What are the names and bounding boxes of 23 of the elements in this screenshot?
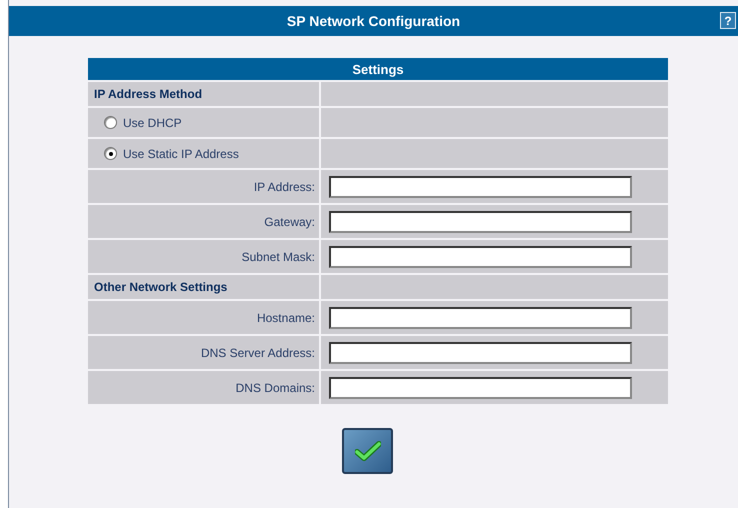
field-label: Gateway: xyxy=(264,214,315,228)
section-heading: IP Address Method xyxy=(94,87,202,101)
field-label: DNS Server Address: xyxy=(200,346,315,360)
radio-label: Use DHCP xyxy=(123,116,182,130)
input-field[interactable] xyxy=(329,176,632,198)
help-button[interactable]: ? xyxy=(720,12,736,29)
radio-label: Use Static IP Address xyxy=(123,146,239,160)
confirm-button[interactable] xyxy=(342,428,393,474)
radio-button[interactable] xyxy=(104,116,117,129)
radio-button[interactable] xyxy=(104,147,117,160)
window-title: SP Network Configuration xyxy=(286,13,460,29)
field-label: Hostname: xyxy=(256,310,315,324)
section-heading: Other Network Settings xyxy=(94,280,228,294)
input-field[interactable] xyxy=(329,376,632,398)
field-label: IP Address: xyxy=(254,180,315,194)
field-label: Subnet Mask: xyxy=(242,250,315,264)
input-field[interactable] xyxy=(329,246,632,268)
field-label: DNS Domains: xyxy=(236,380,315,394)
checkmark-icon xyxy=(354,441,380,461)
input-field[interactable] xyxy=(329,342,632,364)
input-field[interactable] xyxy=(329,210,632,232)
table-header: Settings xyxy=(88,58,668,80)
input-field[interactable] xyxy=(329,306,632,328)
